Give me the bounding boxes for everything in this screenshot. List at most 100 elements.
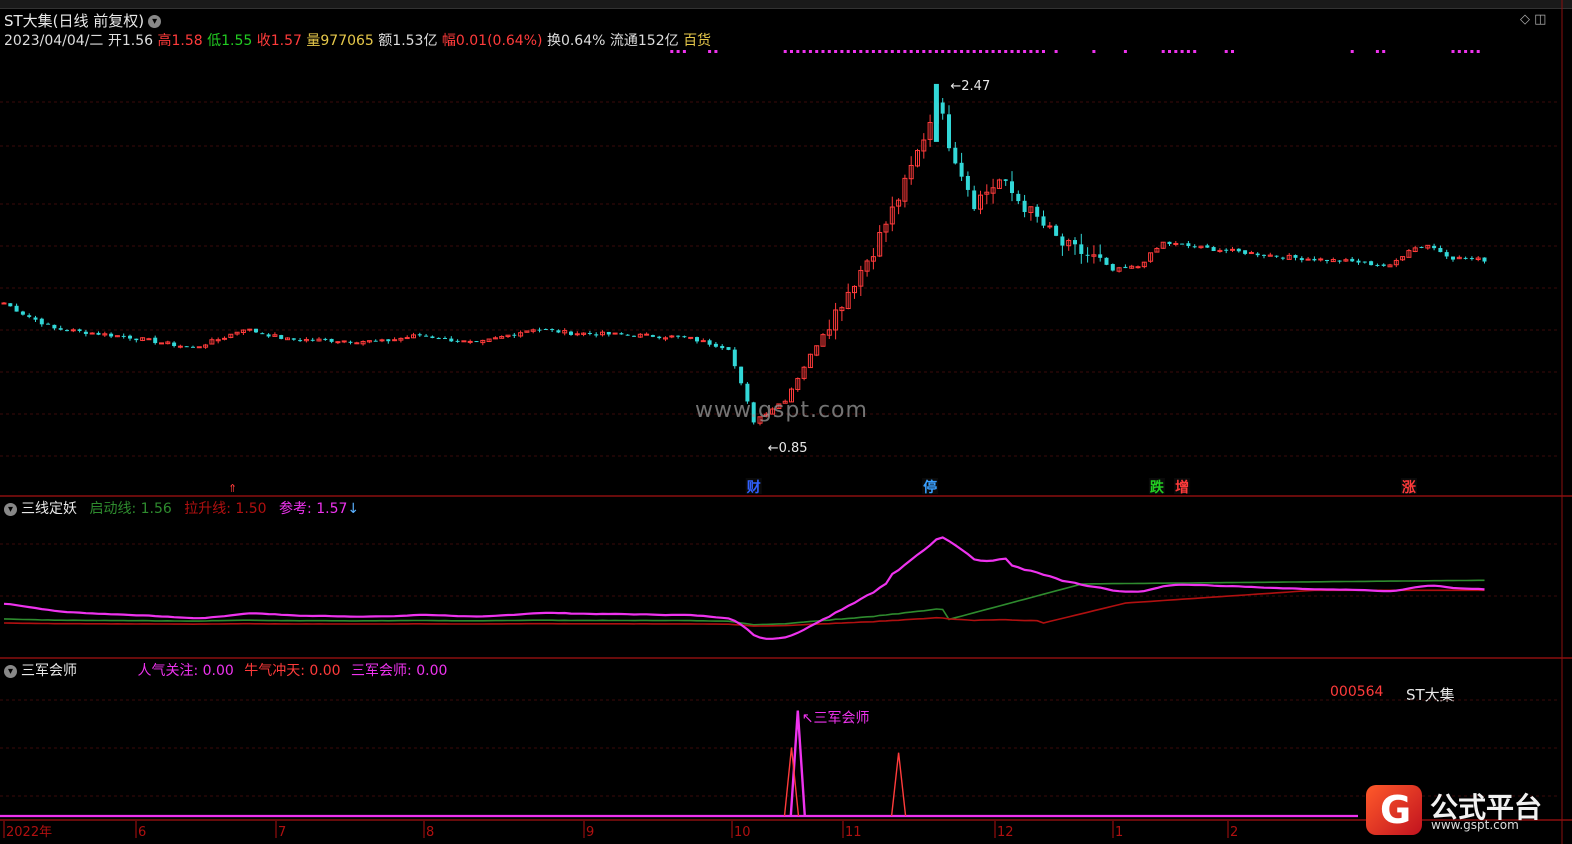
candle-body-down bbox=[537, 329, 542, 331]
signal-dot bbox=[670, 50, 674, 53]
candle-body-down bbox=[1098, 254, 1103, 258]
candle-body-down bbox=[310, 339, 315, 341]
signal-dot bbox=[1123, 50, 1127, 53]
candle-body-down bbox=[424, 335, 429, 337]
peak-candle bbox=[933, 83, 939, 142]
candle-body-down bbox=[1224, 249, 1229, 251]
signal-dot bbox=[1161, 50, 1165, 53]
candle-body-down bbox=[606, 331, 611, 335]
price-annotation-high: ←2.47 bbox=[950, 79, 990, 94]
candle-body-up bbox=[177, 345, 183, 348]
candle-body-down bbox=[1451, 256, 1455, 260]
candle-body-down bbox=[1381, 264, 1386, 266]
candle-body-down bbox=[1110, 264, 1115, 271]
x-tick-label: 2022年 bbox=[6, 825, 52, 840]
signal-dot bbox=[1350, 50, 1354, 53]
signal-dot bbox=[897, 50, 901, 53]
signal-dot bbox=[972, 50, 976, 53]
signal-dot bbox=[941, 50, 945, 53]
candle-body-down bbox=[972, 190, 977, 210]
signal-dot bbox=[1004, 50, 1008, 53]
candle-body-down bbox=[732, 349, 737, 367]
candle-body-up bbox=[335, 341, 341, 344]
candle-body-down bbox=[1469, 258, 1474, 260]
signal-dot bbox=[1180, 50, 1184, 53]
signal-dot bbox=[1224, 50, 1228, 53]
signal-dot bbox=[966, 50, 970, 53]
candle-body-down bbox=[676, 335, 681, 337]
candle-body-down bbox=[707, 340, 712, 345]
signal-dot bbox=[1451, 50, 1455, 53]
signal-dot bbox=[840, 50, 844, 53]
signal-dot bbox=[1186, 50, 1190, 53]
candle-body-down bbox=[153, 337, 158, 344]
candle-body-down bbox=[556, 330, 561, 333]
signal-dot bbox=[909, 50, 913, 53]
signal-dot bbox=[884, 50, 888, 53]
candle-body-down bbox=[65, 330, 69, 332]
signal-dot bbox=[790, 50, 793, 53]
candle-body-down bbox=[33, 317, 38, 320]
signal-dot bbox=[808, 50, 812, 53]
candle-body-down bbox=[1350, 258, 1355, 262]
candle-body-down bbox=[58, 328, 63, 330]
candle-body-down bbox=[940, 102, 945, 114]
signal-dot bbox=[1092, 50, 1096, 53]
signal-dot bbox=[1457, 50, 1461, 53]
candle-body-down bbox=[632, 335, 636, 337]
candle-body-down bbox=[713, 343, 718, 347]
candle-body-up bbox=[341, 340, 347, 343]
x-tick-label: 6 bbox=[138, 825, 146, 840]
watermark: www.gspt.com bbox=[695, 398, 868, 423]
candle-body-down bbox=[1041, 216, 1046, 226]
signal-dot bbox=[714, 50, 718, 53]
signal-dot bbox=[916, 50, 919, 53]
candle-body-down bbox=[1060, 236, 1065, 246]
signal-dot bbox=[947, 50, 951, 53]
candle-body-down bbox=[134, 338, 139, 341]
signal-dot bbox=[1231, 50, 1234, 53]
candle-body-down bbox=[46, 323, 51, 325]
candle-body-down bbox=[128, 335, 132, 339]
candle-body-up bbox=[1047, 225, 1053, 228]
logo-url: www.gspt.com bbox=[1431, 818, 1519, 832]
candle-body-down bbox=[417, 334, 422, 336]
signal-dot bbox=[859, 50, 863, 53]
candle-body-down bbox=[720, 345, 725, 349]
candle-body-up bbox=[1173, 242, 1179, 245]
candle-body-down bbox=[1079, 244, 1084, 254]
candle-body-down bbox=[329, 338, 334, 342]
candle-body-up bbox=[196, 346, 202, 349]
signal-dot bbox=[821, 50, 825, 53]
signal-dot bbox=[922, 50, 926, 53]
signal-dot bbox=[1464, 50, 1468, 53]
signal-dot bbox=[1382, 50, 1386, 53]
x-tick-label: 10 bbox=[734, 825, 751, 840]
candle-body-up bbox=[70, 329, 76, 332]
candle-body-down bbox=[1337, 260, 1342, 262]
candle-body-up bbox=[247, 328, 253, 331]
signal-dot bbox=[985, 50, 989, 53]
candle-body-up bbox=[354, 342, 360, 345]
candle-body-down bbox=[348, 341, 353, 343]
signal-dot bbox=[708, 50, 712, 53]
candle-body-down bbox=[594, 334, 599, 336]
signal-dot bbox=[1168, 50, 1171, 53]
candle-body-down bbox=[512, 334, 517, 336]
signal-dot bbox=[815, 50, 819, 53]
signal-dot bbox=[834, 50, 838, 53]
candle-body-down bbox=[619, 333, 624, 335]
candle-body-up bbox=[1135, 266, 1141, 269]
candle-body-down bbox=[1104, 257, 1109, 265]
candle-body-down bbox=[1243, 250, 1248, 254]
candle-body-down bbox=[8, 303, 13, 307]
candle-body-down bbox=[569, 331, 573, 335]
candle-body-down bbox=[455, 340, 460, 342]
candle-body-up bbox=[222, 337, 227, 340]
price-annotation-low: ←0.85 bbox=[768, 441, 808, 456]
signal-dot bbox=[997, 50, 1001, 53]
signal-dot bbox=[1470, 50, 1474, 53]
signal-dot bbox=[871, 50, 875, 53]
candle-body-down bbox=[1312, 258, 1317, 261]
signal-dot bbox=[1029, 50, 1033, 53]
